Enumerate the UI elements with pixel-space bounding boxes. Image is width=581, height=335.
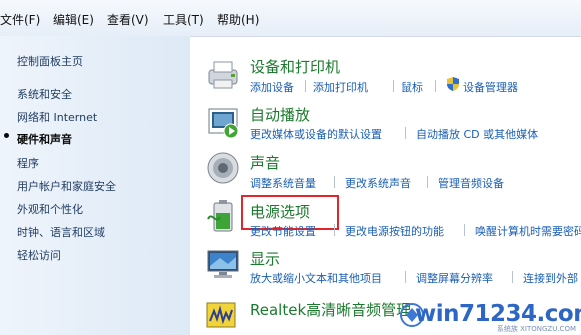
nav-hardware-sound[interactable]: 硬件和声音: [17, 131, 72, 147]
watermark: win71234.com 系统族 XITONGZU.COM: [400, 296, 581, 335]
link-password-on-wake[interactable]: 唤醒计算机时需要密码: [475, 223, 581, 239]
nav-control-panel-home[interactable]: 控制面板主页: [17, 53, 83, 69]
category-realtek-title[interactable]: Realtek高清晰音频管理: [250, 299, 411, 320]
separator: [305, 80, 306, 92]
category-autoplay-title[interactable]: 自动播放: [250, 104, 310, 125]
separator: [464, 224, 465, 236]
nav-ease-of-access[interactable]: 轻松访问: [17, 247, 61, 263]
menu-edit[interactable]: 编辑(E): [53, 11, 94, 28]
speaker-icon: [207, 152, 239, 184]
menu-view[interactable]: 查看(V): [107, 11, 149, 28]
link-mouse[interactable]: 鼠标: [401, 79, 423, 95]
link-device-manager[interactable]: 设备管理器: [463, 79, 518, 95]
separator: [435, 80, 436, 92]
separator: [512, 271, 513, 283]
category-devices-printers-title[interactable]: 设备和打印机: [250, 56, 340, 77]
separator: [393, 80, 394, 92]
menu-file[interactable]: 文件(F): [0, 11, 40, 28]
category-display-title[interactable]: 显示: [250, 248, 280, 269]
realtek-audio-icon: [206, 302, 236, 328]
separator: [405, 127, 406, 139]
link-connect-external[interactable]: 连接到外部: [523, 270, 578, 286]
link-text-size[interactable]: 放大或缩小文本和其他项目: [250, 270, 382, 286]
menu-tools[interactable]: 工具(T): [163, 11, 204, 28]
link-change-power-saving[interactable]: 更改节能设置: [250, 223, 316, 239]
autoplay-icon: [208, 108, 239, 139]
link-screen-resolution[interactable]: 调整屏幕分辨率: [416, 270, 493, 286]
separator: [334, 176, 335, 188]
nav-user-accounts[interactable]: 用户帐户和家庭安全: [17, 178, 116, 194]
link-adjust-volume[interactable]: 调整系统音量: [250, 175, 316, 191]
display-icon: [207, 250, 239, 278]
watermark-subtext: 系统族 XITONGZU.COM: [496, 325, 576, 333]
nav-system-security[interactable]: 系统和安全: [17, 86, 72, 102]
nav-programs[interactable]: 程序: [17, 155, 39, 171]
active-bullet-icon: [4, 133, 9, 138]
category-sound-title[interactable]: 声音: [250, 152, 280, 173]
menu-bar: 文件(F) 编辑(E) 查看(V) 工具(T) 帮助(H): [0, 0, 581, 37]
link-manage-audio-devices[interactable]: 管理音频设备: [438, 175, 504, 191]
battery-icon: [207, 200, 233, 232]
link-change-system-sounds[interactable]: 更改系统声音: [345, 175, 411, 191]
link-add-device[interactable]: 添加设备: [250, 79, 294, 95]
uac-shield-icon: [447, 77, 459, 91]
menu-help[interactable]: 帮助(H): [217, 11, 259, 28]
nav-network-internet[interactable]: 网络和 Internet: [17, 109, 97, 125]
link-add-printer[interactable]: 添加打印机: [313, 79, 368, 95]
link-change-power-button[interactable]: 更改电源按钮的功能: [345, 223, 444, 239]
nav-appearance[interactable]: 外观和个性化: [17, 201, 83, 217]
link-autoplay-cd[interactable]: 自动播放 CD 或其他媒体: [416, 126, 538, 142]
separator: [427, 176, 428, 188]
separator: [334, 224, 335, 236]
printer-icon: [208, 61, 238, 89]
link-change-media-defaults[interactable]: 更改媒体或设备的默认设置: [250, 126, 382, 142]
separator: [405, 271, 406, 283]
nav-clock-language-region[interactable]: 时钟、语言和区域: [17, 224, 105, 240]
